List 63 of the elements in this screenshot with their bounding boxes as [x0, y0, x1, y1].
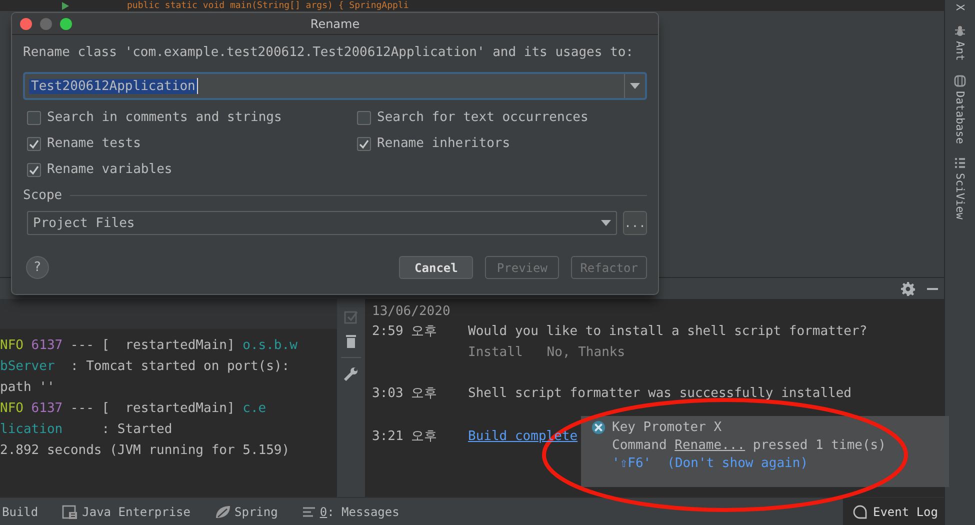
dropdown-icon[interactable]: [630, 83, 640, 89]
tool-stripe-button[interactable]: X: [954, 4, 966, 11]
log-message: Would you like to install a shell script formatter?: [468, 323, 868, 341]
speech-bubble-icon: [852, 504, 867, 518]
checkbox-label: Rename variables: [47, 161, 172, 179]
event-log-button[interactable]: Event Log: [842, 498, 944, 525]
tool-stripe-button[interactable]: SciView: [954, 157, 966, 220]
checkbox-label: Search for text occurrences: [377, 109, 588, 127]
shortcut-link[interactable]: '⇧F6': [612, 456, 652, 471]
ant-icon: [954, 24, 966, 37]
tool-stripe-button[interactable]: Ant: [954, 24, 966, 60]
spring-icon: [214, 504, 230, 520]
tool-window-button[interactable]: Spring: [214, 504, 278, 520]
log-action-link[interactable]: No, Thanks: [546, 342, 626, 363]
console-line: path '': [0, 379, 56, 397]
wrench-icon[interactable]: [343, 366, 359, 382]
tool-window-button[interactable]: Build: [2, 504, 38, 518]
trash-icon[interactable]: [343, 333, 359, 349]
scope-dropdown[interactable]: Project Files: [27, 211, 617, 235]
scope-label: Scope: [23, 188, 62, 203]
dialog-title: Rename: [310, 16, 360, 30]
console-line: lication : Started: [0, 421, 174, 439]
sciview-icon: [954, 157, 966, 170]
checkbox-icon[interactable]: [343, 309, 359, 325]
dont-show-again-link[interactable]: (Don't show again): [667, 456, 808, 471]
log-date: 13/06/2020: [372, 303, 452, 321]
log-action-link[interactable]: Install: [468, 342, 523, 363]
checkbox-label: Rename tests: [47, 135, 141, 153]
checkbox[interactable]: [27, 137, 41, 151]
log-time: 3:03 오후: [372, 385, 438, 403]
console-line: NFO 6137 --- [ restartedMain] o.s.b.w: [0, 337, 298, 355]
log-time: 3:21 오후: [372, 428, 438, 446]
console-line: NFO 6137 --- [ restartedMain] c.e: [0, 400, 268, 418]
log-time: 2:59 오후: [372, 323, 438, 341]
checkbox[interactable]: [27, 163, 41, 177]
log-message: Shell script formatter was successfully installed: [468, 385, 852, 403]
code-line: public static void main(String[] args) { SpringAppli: [127, 0, 409, 10]
console-line: 2.892 seconds (JVM running for 5.159): [0, 442, 291, 460]
checkbox[interactable]: [357, 111, 371, 125]
messages-icon: [302, 504, 316, 518]
database-icon: [954, 74, 966, 86]
zoom-icon[interactable]: [60, 18, 72, 30]
tool-window-button[interactable]: Java Enterprise: [62, 504, 190, 520]
rename-prompt: Rename class 'com.example.test200612.Test200612Application' and its usages to:: [23, 44, 634, 62]
browse-button[interactable]: ...: [623, 211, 647, 235]
checkbox[interactable]: [27, 111, 41, 125]
command-link[interactable]: Rename...: [674, 438, 746, 453]
close-icon[interactable]: [20, 18, 32, 30]
dropdown-icon[interactable]: [601, 220, 611, 226]
popup-title: Key Promoter X: [612, 420, 722, 435]
name-field[interactable]: Test200612Application: [23, 72, 647, 100]
tool-window-button[interactable]: 0: Messages: [302, 504, 400, 518]
dialog-button[interactable]: Cancel: [399, 256, 474, 279]
console-line: bServer : Tomcat started on port(s):: [0, 358, 291, 376]
checkbox-label: Search in comments and strings: [47, 109, 282, 127]
help-button[interactable]: ?: [26, 256, 49, 279]
checkbox[interactable]: [357, 137, 371, 151]
checkbox-label: Rename inheritors: [377, 135, 510, 153]
popup-message: Command Rename... pressed 1 time(s): [611, 438, 887, 453]
minimize-icon[interactable]: [927, 288, 938, 290]
settings-icon[interactable]: [901, 282, 915, 296]
tool-stripe-button[interactable]: Database: [954, 74, 966, 144]
javaee-icon: [62, 504, 78, 520]
